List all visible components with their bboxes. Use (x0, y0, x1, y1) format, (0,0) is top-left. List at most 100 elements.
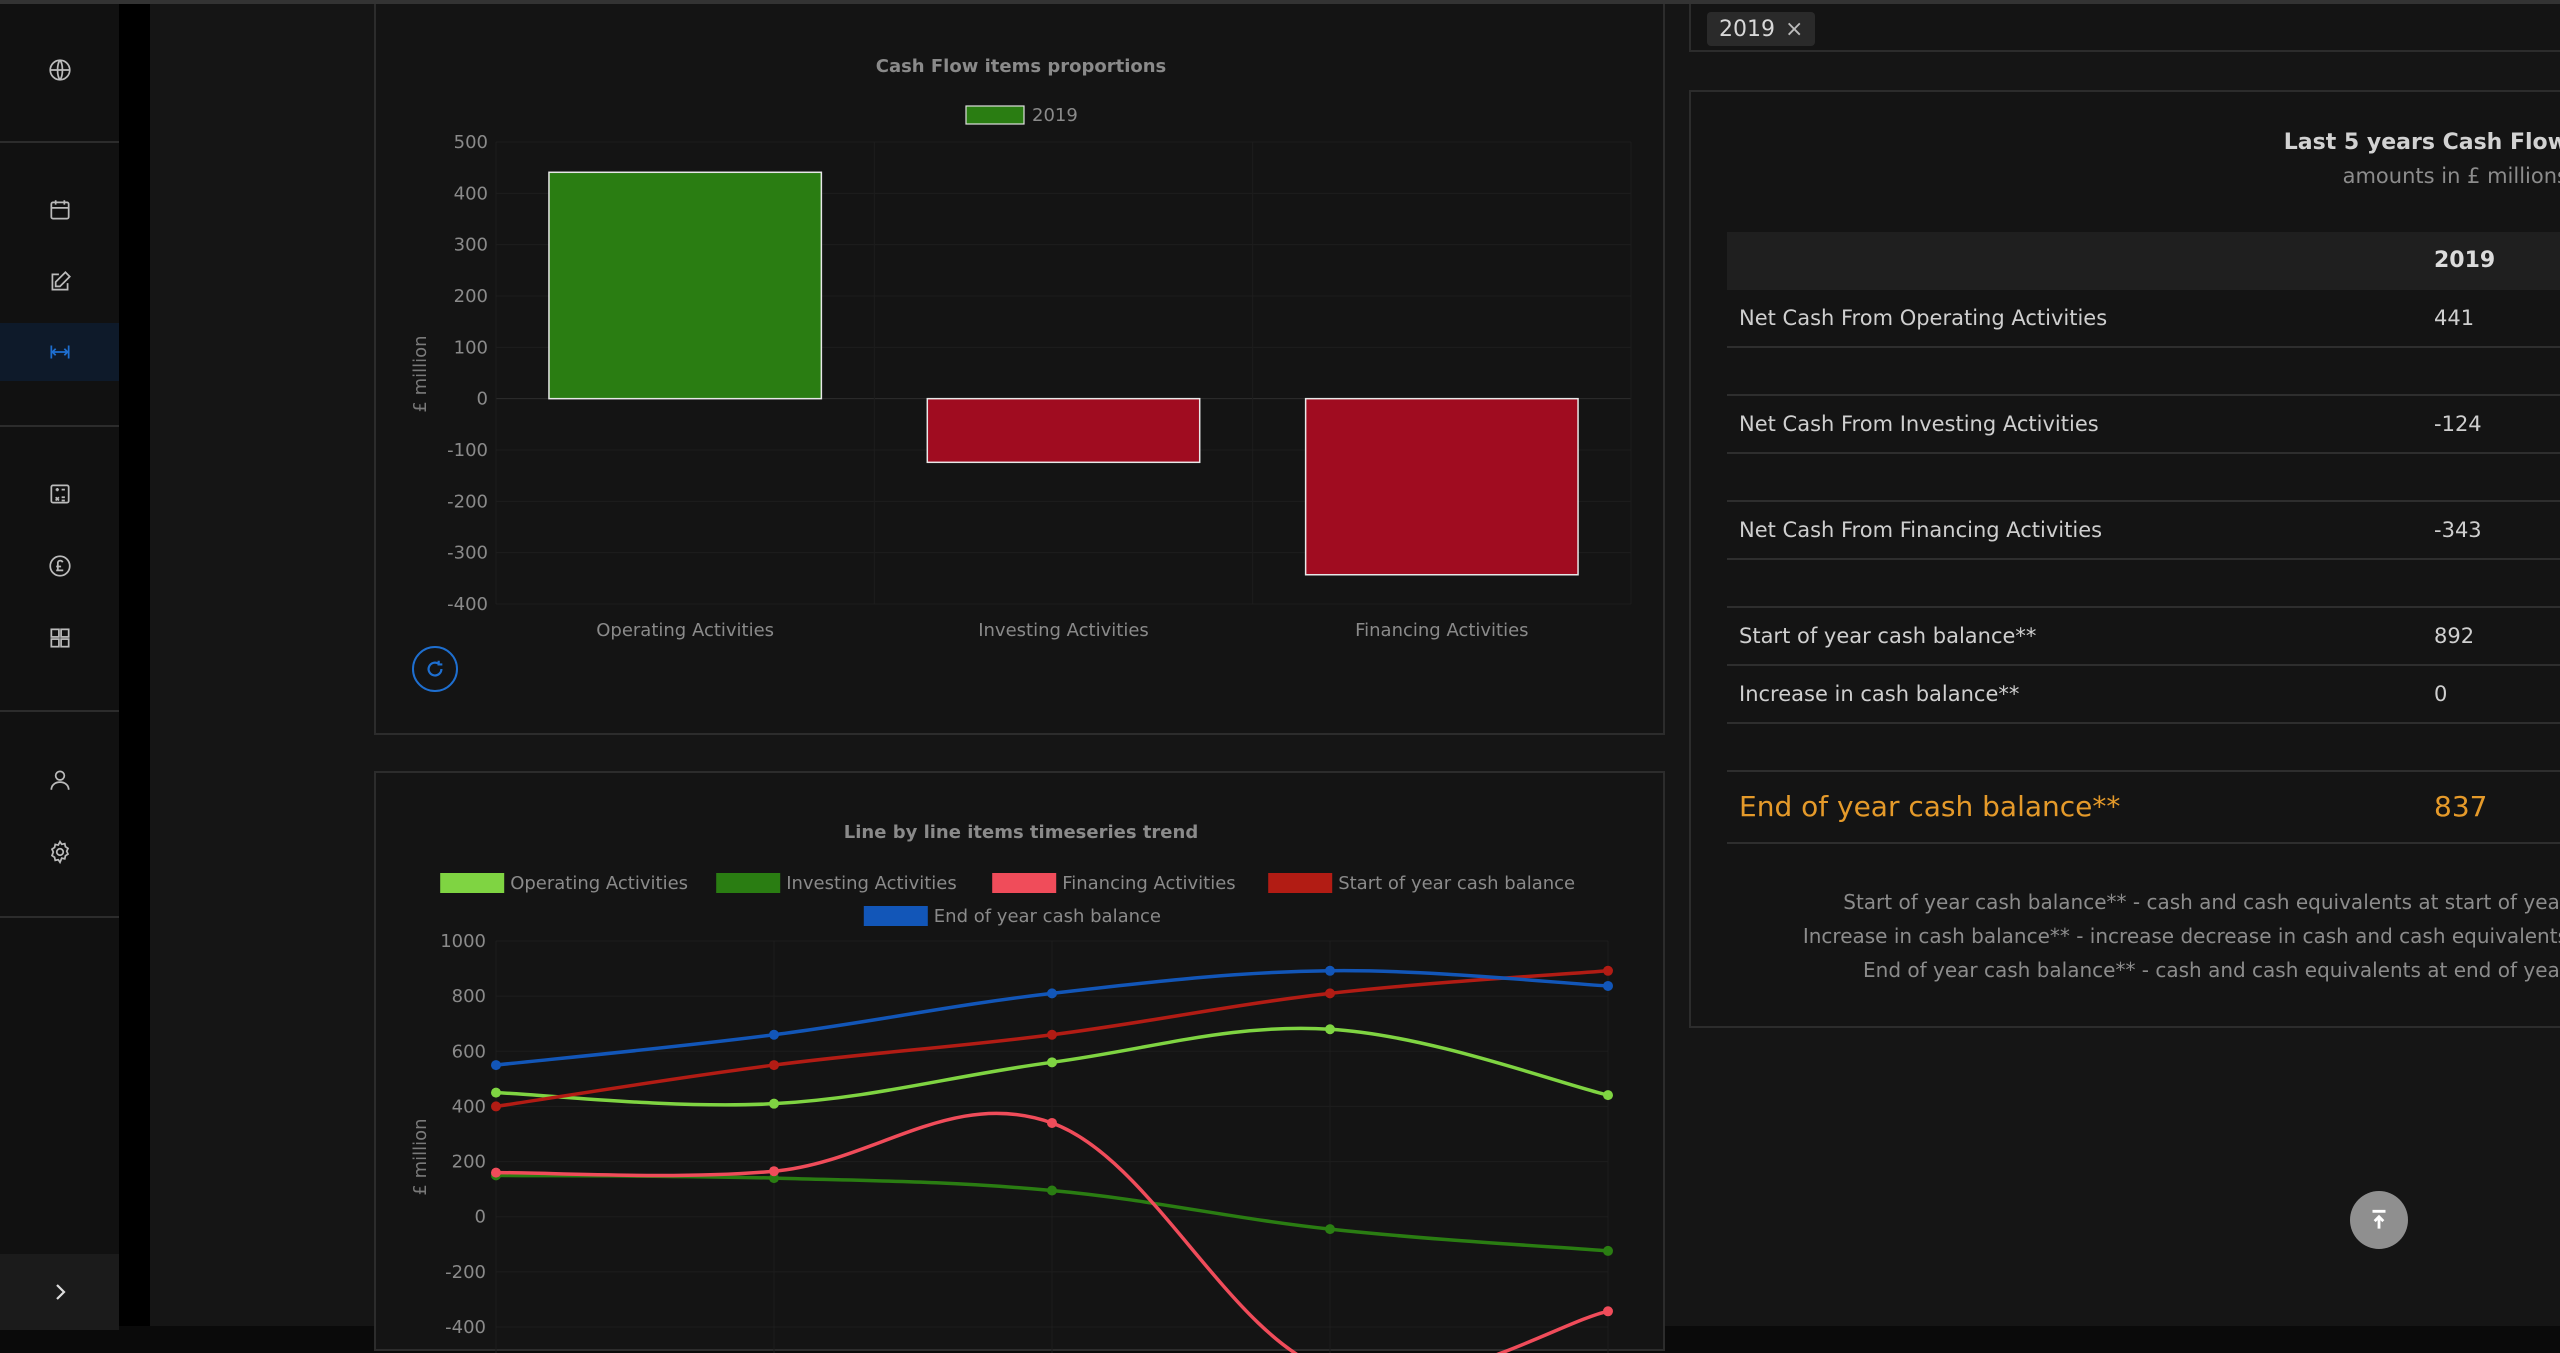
legend-label[interactable]: Operating Activities (510, 873, 688, 894)
y-tick-label: -100 (447, 440, 488, 461)
sidebar-divider (0, 141, 119, 143)
data-point[interactable] (769, 1166, 779, 1177)
data-point[interactable] (1325, 988, 1335, 999)
y-tick-label: 400 (452, 1096, 486, 1117)
y-tick-label: -400 (445, 1317, 486, 1338)
year-filter[interactable]: 2019 × (1689, 4, 2560, 52)
table-spacer-row (1727, 560, 2560, 608)
y-axis-label: £ million (410, 1118, 431, 1195)
y-tick-label: 200 (452, 1152, 486, 1173)
table-title: Last 5 years Cash Flow (2283, 130, 2560, 155)
row-label: Net Cash From Investing Activities (1739, 412, 2099, 436)
data-point[interactable] (1603, 980, 1613, 991)
legend-swatch[interactable] (716, 873, 781, 893)
data-point[interactable] (491, 1060, 501, 1071)
close-icon[interactable]: × (1785, 17, 1803, 42)
data-point[interactable] (1603, 965, 1613, 976)
range-icon[interactable] (38, 330, 82, 374)
data-point[interactable] (491, 1087, 501, 1098)
bar-chart-card: Cash Flow items proportions 2019 £ milli… (374, 4, 1665, 735)
y-tick-label: 300 (454, 235, 488, 256)
y-axis-label: £ million (410, 335, 431, 412)
line-chart-card: Line by line items timeseries trend £ mi… (374, 771, 1665, 1353)
legend-swatch[interactable] (992, 873, 1057, 893)
data-point[interactable] (1603, 1090, 1613, 1101)
legend-swatch[interactable] (863, 906, 928, 926)
year-chip-label: 2019 (1719, 16, 1775, 42)
data-point[interactable] (491, 1101, 501, 1112)
y-tick-label: 500 (454, 132, 488, 153)
data-point[interactable] (1325, 1024, 1335, 1035)
calculator-icon[interactable] (38, 472, 82, 516)
data-point[interactable] (769, 1060, 779, 1071)
data-point[interactable] (1047, 988, 1057, 999)
total-value: 837 (2434, 790, 2488, 823)
calendar-icon[interactable] (38, 188, 82, 232)
chart-title: Line by line items timeseries trend (844, 822, 1198, 843)
refresh-icon (427, 660, 443, 677)
sidebar-divider (0, 710, 119, 712)
legend-label[interactable]: End of year cash balance (934, 906, 1161, 927)
sidebar-divider (0, 425, 119, 427)
legend-label[interactable]: Start of year cash balance (1338, 873, 1575, 894)
globe-icon[interactable] (38, 48, 82, 92)
data-point[interactable] (1047, 1185, 1057, 1196)
table-footnote: Start of year cash balance** - cash and … (1843, 890, 2560, 914)
data-point[interactable] (1603, 1245, 1613, 1256)
row-value: -343 (2434, 518, 2482, 542)
row-value: 0 (2434, 682, 2448, 706)
row-label: Increase in cash balance** (1739, 682, 2020, 706)
user-icon[interactable] (38, 758, 82, 802)
grid-layout-icon[interactable] (38, 616, 82, 660)
data-point[interactable] (491, 1167, 501, 1178)
y-tick-label: 600 (452, 1041, 486, 1062)
table-row: Net Cash From Investing Activities -124 (1727, 396, 2560, 454)
scroll-to-top-button[interactable] (2350, 1191, 2408, 1249)
data-point[interactable] (769, 1029, 779, 1040)
sidebar-expand-button[interactable] (0, 1254, 119, 1330)
y-tick-label: -200 (445, 1262, 486, 1283)
legend-swatch[interactable] (965, 105, 1025, 125)
table-row: Start of year cash balance** 892 (1727, 608, 2560, 666)
legend-label[interactable]: Investing Activities (786, 873, 957, 894)
y-tick-label: 1000 (440, 931, 486, 952)
row-value: 441 (2434, 306, 2475, 330)
sidebar-divider (0, 916, 119, 918)
table-footnote: Increase in cash balance** - increase de… (1802, 924, 2560, 948)
data-point[interactable] (1603, 1306, 1613, 1317)
column-header-year: 2019 (2434, 248, 2496, 273)
legend-swatch[interactable] (1268, 873, 1333, 893)
table-footnote: End of year cash balance** - cash and ca… (1863, 958, 2560, 982)
data-point[interactable] (1325, 1224, 1335, 1235)
table-spacer-row (1727, 724, 2560, 772)
legend-swatch[interactable] (440, 873, 505, 893)
gear-icon[interactable] (38, 830, 82, 874)
bar-chart: Cash Flow items proportions 2019 £ milli… (410, 56, 1632, 641)
legend-label[interactable]: Financing Activities (1062, 873, 1235, 894)
table-spacer-row (1727, 348, 2560, 396)
year-chip[interactable]: 2019 × (1707, 12, 1816, 46)
data-point[interactable] (1047, 1117, 1057, 1128)
edit-icon[interactable] (38, 260, 82, 304)
y-tick-label: -200 (447, 491, 488, 512)
refresh-button[interactable] (412, 646, 458, 692)
pound-coin-icon[interactable] (38, 544, 82, 588)
row-label: Net Cash From Financing Activities (1739, 518, 2103, 542)
data-point[interactable] (1047, 1029, 1057, 1040)
table-row: Increase in cash balance** 0 (1727, 666, 2560, 724)
sidebar-gutter (119, 4, 150, 1326)
bar[interactable] (1304, 397, 1579, 576)
table-spacer-row (1727, 454, 2560, 502)
data-point[interactable] (1325, 965, 1335, 976)
y-tick-label: -400 (447, 594, 488, 615)
data-point[interactable] (1047, 1057, 1057, 1068)
data-point[interactable] (769, 1098, 779, 1109)
total-label: End of year cash balance** (1739, 790, 2121, 823)
y-tick-label: 0 (477, 389, 488, 410)
bar[interactable] (926, 397, 1201, 464)
x-tick-label: Financing Activities (1355, 620, 1528, 641)
chart-title: Cash Flow items proportions (876, 56, 1167, 77)
x-tick-label: Investing Activities (978, 620, 1149, 641)
bar[interactable] (548, 171, 823, 400)
legend-label[interactable]: 2019 (1032, 105, 1078, 126)
